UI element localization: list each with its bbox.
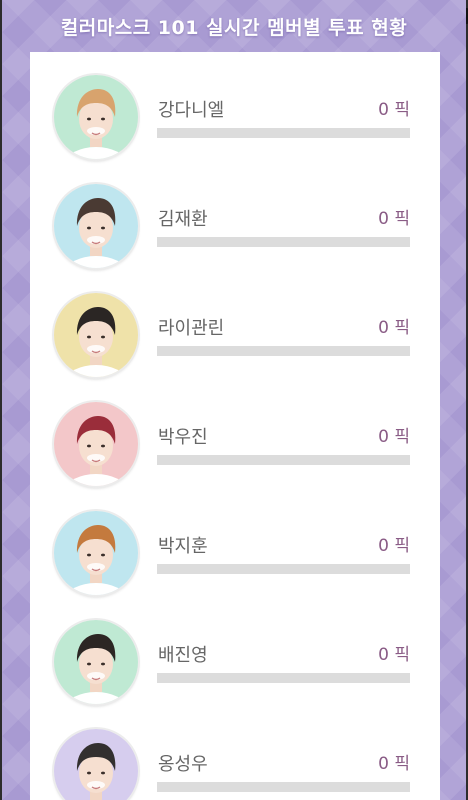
- vote-count: 0 픽: [378, 100, 410, 120]
- vote-progress-bar: [157, 455, 410, 465]
- vote-progress-bar: [157, 346, 410, 356]
- member-row[interactable]: 김재환 0 픽: [30, 161, 440, 270]
- member-avatar: [54, 729, 138, 800]
- vote-progress-bar: [157, 782, 410, 792]
- vote-progress-bar: [157, 237, 410, 247]
- member-name: 라이관린: [158, 318, 225, 339]
- member-name: 박우진: [158, 427, 208, 448]
- vote-progress-bar: [157, 673, 410, 683]
- member-photo-icon: [54, 620, 138, 704]
- modal-header: 컬러마스크 101 실시간 멤버별 투표 현황: [2, 0, 466, 52]
- member-photo-icon: [54, 511, 138, 595]
- vote-status-modal: 컬러마스크 101 실시간 멤버별 투표 현황 강다니엘 0 픽 김재환 0 픽 라이관…: [2, 0, 466, 800]
- member-avatar: [54, 293, 138, 377]
- member-name: 옹성우: [158, 754, 208, 775]
- vote-count: 0 픽: [378, 427, 410, 447]
- member-name: 강다니엘: [158, 100, 225, 121]
- member-avatar: [54, 511, 138, 595]
- member-photo-icon: [54, 402, 138, 486]
- member-name: 박지훈: [158, 536, 208, 557]
- member-row[interactable]: 강다니엘 0 픽: [30, 52, 440, 161]
- member-row[interactable]: 박지훈 0 픽: [30, 488, 440, 597]
- member-list-panel[interactable]: 강다니엘 0 픽 김재환 0 픽 라이관린 0 픽 박우진 0 픽 박지훈 0 픽 배진영 0 픽 옹성…: [30, 52, 440, 800]
- member-photo-icon: [54, 184, 138, 268]
- member-photo-icon: [54, 75, 138, 159]
- member-avatar: [54, 402, 138, 486]
- member-list: 강다니엘 0 픽 김재환 0 픽 라이관린 0 픽 박우진 0 픽 박지훈 0 픽 배진영 0 픽 옹성…: [30, 52, 440, 800]
- member-row[interactable]: 박우진 0 픽: [30, 379, 440, 488]
- member-row[interactable]: 라이관린 0 픽: [30, 270, 440, 379]
- vote-count: 0 픽: [378, 318, 410, 338]
- member-avatar: [54, 75, 138, 159]
- vote-count: 0 픽: [378, 754, 410, 774]
- member-photo-icon: [54, 293, 138, 377]
- vote-count: 0 픽: [378, 645, 410, 665]
- vote-progress-bar: [157, 564, 410, 574]
- member-photo-icon: [54, 729, 138, 800]
- member-name: 김재환: [158, 209, 208, 230]
- member-avatar: [54, 620, 138, 704]
- modal-title: 컬러마스크 101 실시간 멤버별 투표 현황: [60, 16, 408, 39]
- member-row[interactable]: 옹성우 0 픽: [30, 706, 440, 800]
- member-name: 배진영: [158, 645, 208, 666]
- member-row[interactable]: 배진영 0 픽: [30, 597, 440, 706]
- vote-count: 0 픽: [378, 209, 410, 229]
- member-avatar: [54, 184, 138, 268]
- vote-progress-bar: [157, 128, 410, 138]
- screen: 컬러마스크 101 실시간 멤버별 투표 현황 강다니엘 0 픽 김재환 0 픽 라이관…: [0, 0, 468, 800]
- vote-count: 0 픽: [378, 536, 410, 556]
